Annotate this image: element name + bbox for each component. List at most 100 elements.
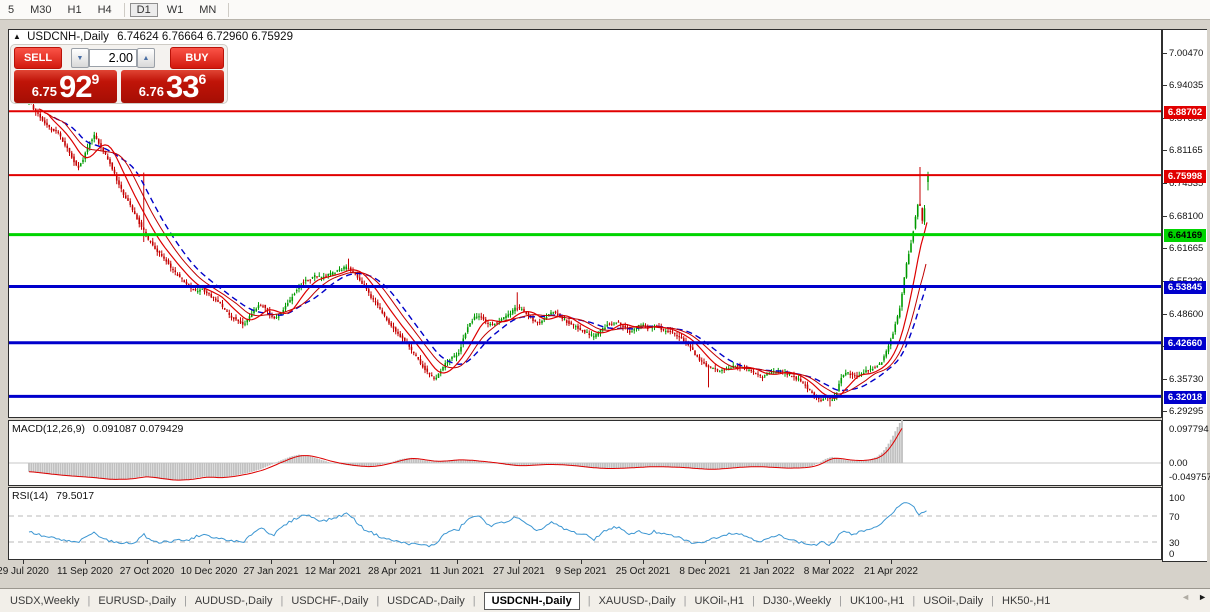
date-axis-tick (705, 560, 706, 564)
rsi-value: 79.5017 (56, 490, 94, 502)
price-axis-tick-label: 6.35730 (1169, 374, 1203, 385)
one-click-trading-panel: SELL ▼ ▲ BUY 6.75 92 9 6.76 33 6 (10, 44, 228, 104)
date-label: 9 Sep 2021 (555, 566, 606, 577)
tab-dj30-weekly[interactable]: DJ30-,Weekly (763, 595, 831, 607)
date-label: 8 Dec 2021 (679, 566, 730, 577)
tab-separator: | (839, 595, 842, 607)
price-axis-tick (1163, 85, 1167, 86)
timeframe-button-D1[interactable]: D1 (130, 3, 158, 17)
date-label: 28 Apr 2021 (368, 566, 422, 577)
tab-hk50-h1[interactable]: HK50-,H1 (1002, 595, 1050, 607)
macd-indicator-label: MACD(12,26,9) 0.091087 0.079429 (12, 423, 183, 435)
price-axis-tick (1163, 379, 1167, 380)
bid-price-prefix: 6.75 (32, 84, 57, 103)
tab-uk100-h1[interactable]: UK100-,H1 (850, 595, 904, 607)
tab-scroll-arrows: ◄ ► (1181, 592, 1207, 602)
date-label: 27 Oct 2020 (120, 566, 174, 577)
price-axis-tick-label: 6.94035 (1169, 80, 1203, 91)
date-axis-tick (829, 560, 830, 564)
tab-usdcad-daily[interactable]: USDCAD-,Daily (387, 595, 465, 607)
price-axis-tick (1163, 411, 1167, 412)
price-level-badge-6.32018: 6.32018 (1164, 391, 1206, 404)
date-label: 11 Jun 2021 (430, 566, 484, 577)
price-axis-tick (1163, 314, 1167, 315)
price-level-badge-6.64169: 6.64169 (1164, 229, 1206, 242)
timeframe-button-5[interactable]: 5 (1, 3, 21, 17)
tab-usoil-daily[interactable]: USOil-,Daily (923, 595, 983, 607)
macd-axis-label: 0.097794 (1169, 424, 1209, 435)
tab-separator: | (280, 595, 283, 607)
date-label: 27 Jan 2021 (243, 566, 298, 577)
macd-values: 0.091087 0.079429 (93, 423, 184, 435)
price-axis-tick (1163, 216, 1167, 217)
date-label: 21 Jan 2022 (739, 566, 794, 577)
bid-price-sup: 9 (92, 71, 100, 87)
ask-price-sup: 6 (199, 71, 207, 87)
date-axis[interactable]: 29 Jul 202011 Sep 202027 Oct 202010 Dec … (8, 560, 1162, 586)
scroll-right-icon[interactable]: ► (1198, 592, 1207, 602)
price-axis-tick-label: 6.29295 (1169, 406, 1203, 417)
tab-usdx-weekly[interactable]: USDX,Weekly (10, 595, 79, 607)
tab-usdcnh-daily[interactable]: USDCNH-,Daily (484, 592, 580, 610)
date-axis-tick (519, 560, 520, 564)
tab-ukoil-h1[interactable]: UKOil-,H1 (694, 595, 744, 607)
date-axis-tick (333, 560, 334, 564)
price-axis-tick-label: 6.61665 (1169, 243, 1203, 254)
timeframe-button-H4[interactable]: H4 (91, 3, 119, 17)
sell-button[interactable]: SELL (14, 47, 62, 69)
ask-price-prefix: 6.76 (139, 84, 164, 103)
timeframe-button-M30[interactable]: M30 (23, 3, 58, 17)
price-level-badge-6.75998: 6.75998 (1164, 170, 1206, 183)
tab-audusd-daily[interactable]: AUDUSD-,Daily (195, 595, 273, 607)
date-label: 29 Jul 2020 (0, 566, 49, 577)
rsi-indicator-label: RSI(14) 79.5017 (12, 490, 94, 502)
price-axis-tick (1163, 150, 1167, 151)
tab-usdchf-daily[interactable]: USDCHF-,Daily (291, 595, 368, 607)
timeframe-button-W1[interactable]: W1 (160, 3, 191, 17)
price-axis-tick (1163, 183, 1167, 184)
date-label: 12 Mar 2021 (305, 566, 361, 577)
date-label: 11 Sep 2020 (57, 566, 113, 577)
date-axis-tick (147, 560, 148, 564)
date-axis-tick (395, 560, 396, 564)
volume-input[interactable] (89, 49, 137, 67)
date-label: 21 Apr 2022 (864, 566, 918, 577)
price-axis-tick-label: 6.48600 (1169, 309, 1203, 320)
date-axis-tick (767, 560, 768, 564)
tab-separator: | (912, 595, 915, 607)
timeframe-toolbar: 5M30H1H4 D1W1MN (0, 0, 1210, 20)
scroll-left-icon[interactable]: ◄ (1181, 592, 1190, 602)
bid-price-display[interactable]: 6.75 92 9 (14, 70, 117, 103)
volume-decrease-icon[interactable]: ▼ (71, 48, 89, 68)
rsi-panel[interactable] (8, 487, 1162, 560)
tab-separator: | (684, 595, 687, 607)
tab-separator: | (184, 595, 187, 607)
price-level-badge-6.53845: 6.53845 (1164, 281, 1206, 294)
tab-separator: | (473, 595, 476, 607)
rsi-axis-label: 100 (1169, 493, 1185, 504)
date-axis-tick (457, 560, 458, 564)
timeframe-button-H1[interactable]: H1 (61, 3, 89, 17)
date-label: 10 Dec 2020 (181, 566, 238, 577)
ask-price-display[interactable]: 6.76 33 6 (121, 70, 224, 103)
date-axis-tick (891, 560, 892, 564)
buy-button[interactable]: BUY (170, 47, 224, 69)
date-axis-tick (23, 560, 24, 564)
price-axis[interactable]: 7.004706.940356.876006.811656.745356.681… (1162, 29, 1207, 562)
collapse-icon[interactable]: ▲ (13, 32, 21, 41)
date-axis-tick (581, 560, 582, 564)
date-axis-tick (643, 560, 644, 564)
volume-increase-icon[interactable]: ▲ (137, 48, 155, 68)
tab-separator: | (588, 595, 591, 607)
macd-axis-label: 0.00 (1169, 458, 1188, 469)
date-label: 25 Oct 2021 (616, 566, 670, 577)
tab-separator: | (376, 595, 379, 607)
tab-eurusd-daily[interactable]: EURUSD-,Daily (98, 595, 176, 607)
toolbar-separator (228, 3, 229, 17)
price-axis-tick-label: 7.00470 (1169, 48, 1203, 59)
tab-xauusd-daily[interactable]: XAUUSD-,Daily (599, 595, 676, 607)
date-axis-tick (271, 560, 272, 564)
timeframe-button-MN[interactable]: MN (192, 3, 223, 17)
date-axis-tick (209, 560, 210, 564)
price-axis-tick (1163, 53, 1167, 54)
